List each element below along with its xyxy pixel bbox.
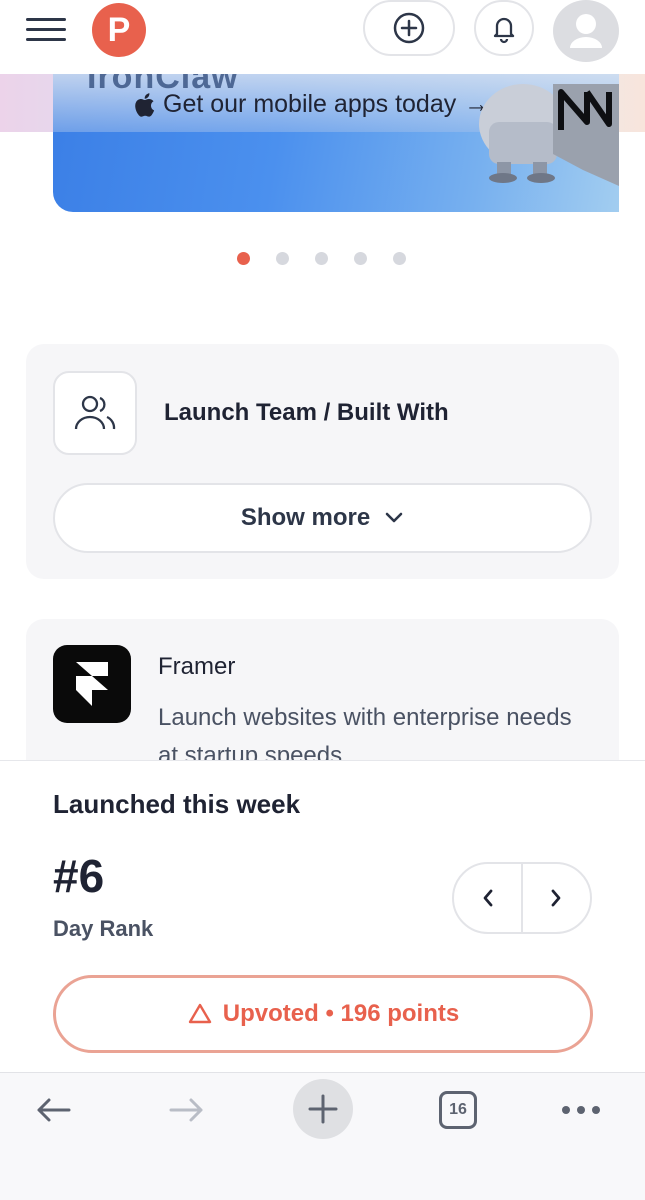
team-icon-box bbox=[53, 371, 137, 455]
carousel-dot[interactable] bbox=[315, 252, 328, 265]
sheet-title: Launched this week bbox=[53, 789, 301, 819]
bell-icon bbox=[493, 17, 515, 44]
back-arrow-icon bbox=[37, 1098, 71, 1122]
day-rank-value: #6 bbox=[53, 850, 105, 902]
mobile-apps-link[interactable]: Get our mobile apps today → bbox=[133, 90, 489, 119]
launch-team-card: Launch Team / Built With Show more bbox=[26, 344, 619, 579]
chevron-left-icon bbox=[483, 889, 492, 907]
more-button[interactable] bbox=[556, 1081, 606, 1139]
upvote-button[interactable]: Upvoted • 196 points bbox=[53, 975, 593, 1053]
next-button[interactable] bbox=[523, 864, 590, 932]
show-more-button[interactable]: Show more bbox=[53, 483, 592, 553]
previous-button[interactable] bbox=[454, 864, 521, 932]
submit-button[interactable] bbox=[363, 0, 455, 56]
top-header: P bbox=[0, 0, 645, 74]
forward-arrow-icon bbox=[169, 1098, 203, 1122]
carousel-dot[interactable] bbox=[393, 252, 406, 265]
menu-icon[interactable] bbox=[24, 14, 68, 46]
near-logo-icon bbox=[553, 84, 619, 186]
day-rank-label: Day Rank bbox=[53, 916, 154, 941]
team-card-title: Launch Team / Built With bbox=[164, 399, 449, 426]
users-icon bbox=[74, 395, 116, 430]
promo-banner[interactable]: IronClaw Get our mobile apps today → bbox=[53, 74, 619, 212]
upvote-triangle-icon bbox=[188, 1003, 211, 1024]
apple-icon bbox=[135, 92, 155, 117]
plus-circle-icon bbox=[393, 12, 425, 44]
carousel-dot[interactable] bbox=[237, 252, 250, 265]
upvote-label: Upvoted • 196 points bbox=[222, 1000, 460, 1027]
tabs-button[interactable]: 16 bbox=[437, 1081, 479, 1139]
carousel-dot[interactable] bbox=[354, 252, 367, 265]
back-button[interactable] bbox=[28, 1081, 78, 1139]
more-dots-icon bbox=[562, 1106, 600, 1114]
browser-toolbar: 16 bbox=[0, 1072, 645, 1200]
new-tab-button[interactable] bbox=[293, 1079, 353, 1139]
framer-name: Framer bbox=[158, 653, 236, 680]
chevron-right-icon bbox=[552, 889, 561, 907]
banner-cta-text: Get our mobile apps today bbox=[163, 90, 457, 118]
forward-button[interactable] bbox=[162, 1081, 212, 1139]
chevron-down-icon bbox=[385, 512, 403, 523]
notifications-button[interactable] bbox=[474, 0, 534, 56]
user-avatar-icon[interactable] bbox=[553, 0, 619, 62]
framer-logo-icon bbox=[53, 645, 131, 723]
launch-sheet: Launched this week #6 Day Rank Upvoted •… bbox=[0, 760, 645, 1072]
show-more-label: Show more bbox=[240, 504, 371, 531]
new-tab-plus-icon bbox=[308, 1094, 338, 1124]
product-hunt-logo[interactable]: P bbox=[92, 3, 146, 57]
carousel-dot[interactable] bbox=[276, 252, 289, 265]
rank-pager bbox=[452, 862, 592, 934]
tabs-icon: 16 bbox=[439, 1091, 477, 1129]
carousel-dots bbox=[237, 252, 406, 266]
